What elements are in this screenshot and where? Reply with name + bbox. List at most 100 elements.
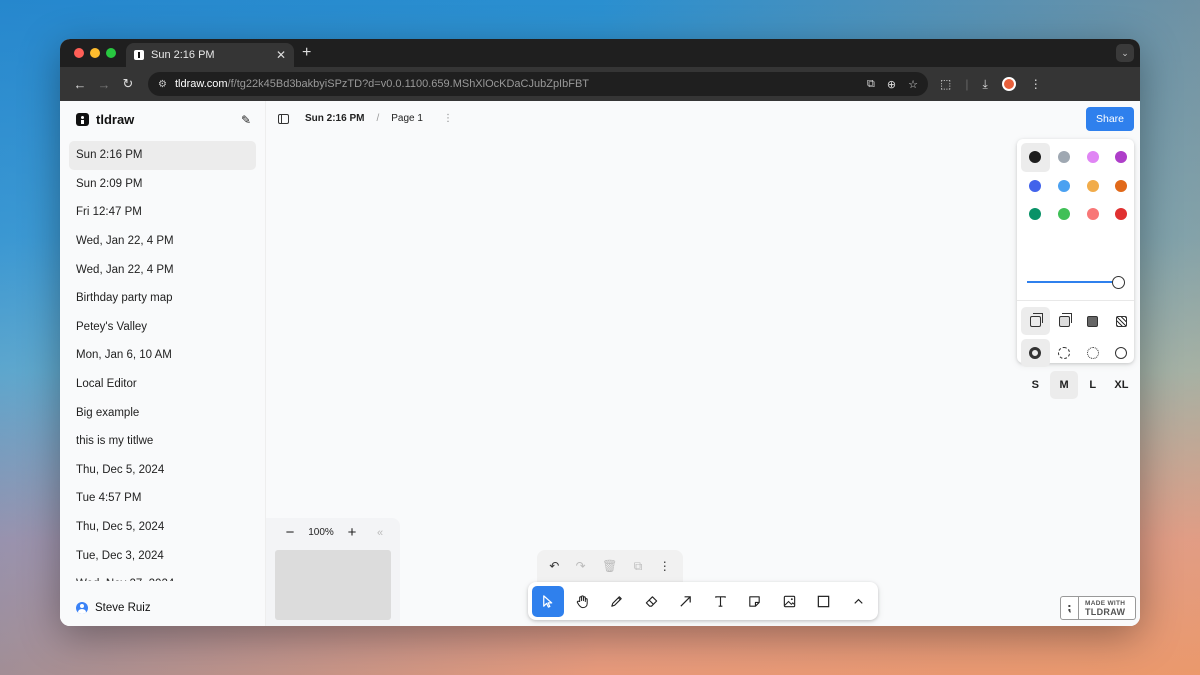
- sidebar-file-item[interactable]: Tue 4:57 PM: [69, 484, 256, 513]
- sidebar-file-item[interactable]: Sun 2:16 PM: [69, 141, 256, 170]
- style-panel: S M L XL: [1017, 139, 1136, 399]
- color-swatch[interactable]: [1078, 172, 1107, 201]
- sidebar-file-item[interactable]: Fri 12:47 PM: [69, 198, 256, 227]
- user-menu[interactable]: Steve Ruiz: [76, 602, 151, 614]
- browser-tab[interactable]: Sun 2:16 PM ✕: [126, 43, 294, 67]
- maximize-window-button[interactable]: [106, 48, 116, 58]
- page-menu-icon[interactable]: ⋮: [443, 113, 453, 124]
- color-swatch[interactable]: [1021, 143, 1050, 172]
- forward-arrow-icon[interactable]: →: [92, 77, 116, 92]
- made-with-tldraw-badge[interactable]: ⁏ MADE WITH TLDRAW: [1060, 596, 1136, 620]
- close-tab-icon[interactable]: ✕: [276, 48, 286, 62]
- undo-icon[interactable]: ↶: [549, 559, 559, 573]
- rectangle-tool[interactable]: [808, 586, 840, 617]
- redo-icon[interactable]: ↷: [576, 559, 586, 573]
- select-tool[interactable]: [532, 585, 564, 617]
- color-dot: [1115, 179, 1128, 192]
- install-app-icon[interactable]: ⧉: [867, 78, 875, 91]
- page-name[interactable]: Page 1: [391, 113, 423, 124]
- canvas[interactable]: Sun 2:16 PM / Page 1 ⋮ Share S M L XL − …: [266, 101, 1140, 626]
- collapse-minimap-icon[interactable]: «: [366, 527, 394, 539]
- color-swatch[interactable]: [1078, 143, 1107, 172]
- close-window-button[interactable]: [74, 48, 84, 58]
- note-tool[interactable]: [739, 586, 771, 617]
- size-option[interactable]: S: [1021, 371, 1050, 399]
- extensions-puzzle-icon[interactable]: ⬚: [940, 77, 951, 91]
- dash-draw-option[interactable]: [1021, 339, 1050, 367]
- share-button[interactable]: Share: [1086, 107, 1134, 131]
- site-settings-icon[interactable]: ⚙: [158, 79, 167, 90]
- browser-menu-icon[interactable]: ⋮: [1030, 77, 1042, 91]
- color-swatch[interactable]: [1050, 200, 1079, 229]
- dash-dotted-option[interactable]: [1078, 339, 1107, 367]
- color-dot: [1058, 151, 1071, 164]
- fill-pattern-option[interactable]: [1107, 307, 1136, 335]
- document-name[interactable]: Sun 2:16 PM: [305, 113, 364, 124]
- fill-solid-option[interactable]: [1078, 307, 1107, 335]
- size-option[interactable]: XL: [1107, 371, 1136, 399]
- download-icon[interactable]: ⤓: [982, 77, 987, 92]
- sidebar-file-item[interactable]: Wed, Jan 22, 4 PM: [69, 255, 256, 284]
- media-tool[interactable]: [774, 586, 806, 617]
- size-options: S M L XL: [1021, 371, 1136, 399]
- more-actions-icon[interactable]: ⋮: [659, 559, 671, 573]
- address-bar[interactable]: ⚙ tldraw.com /f/tg22k45Bd3bakbyiSPzTD?d=…: [148, 72, 928, 96]
- delete-icon[interactable]: 🗑: [602, 559, 617, 573]
- window-controls: [74, 48, 116, 58]
- sidebar-file-item[interactable]: Wed, Jan 22, 4 PM: [69, 227, 256, 256]
- sidebar-file-item[interactable]: Birthday party map: [69, 284, 256, 313]
- sidebar-file-item[interactable]: Big example: [69, 398, 256, 427]
- text-tool[interactable]: [705, 586, 737, 617]
- sidebar-file-item[interactable]: Petey's Valley: [69, 313, 256, 342]
- color-swatch[interactable]: [1021, 200, 1050, 229]
- more-tools-button[interactable]: [843, 586, 875, 617]
- zoom-out-button[interactable]: −: [276, 524, 304, 541]
- sidebar-file-item[interactable]: Thu, Dec 5, 2024: [69, 456, 256, 485]
- dash-options: [1021, 339, 1136, 367]
- url-host: tldraw.com: [174, 78, 228, 90]
- fill-none-option[interactable]: [1021, 307, 1050, 335]
- fill-semi-option[interactable]: [1050, 307, 1079, 335]
- arrow-icon: [680, 595, 692, 607]
- tab-bar: Sun 2:16 PM ✕ + ⌄: [60, 39, 1140, 67]
- zoom-in-button[interactable]: +: [338, 524, 366, 541]
- profile-avatar[interactable]: [1001, 77, 1016, 91]
- sidebar-file-item[interactable]: Mon, Jan 6, 10 AM: [69, 341, 256, 370]
- reload-icon[interactable]: ↻: [116, 76, 140, 92]
- sidebar-file-item[interactable]: Thu, Dec 5, 2024: [69, 513, 256, 542]
- color-swatch[interactable]: [1078, 200, 1107, 229]
- sticky-note-icon: [749, 595, 760, 607]
- zoom-level[interactable]: 100%: [304, 527, 338, 538]
- bookmark-star-icon[interactable]: ☆: [908, 78, 918, 91]
- sidebar-file-item[interactable]: Tue, Dec 3, 2024: [69, 541, 256, 570]
- color-swatch[interactable]: [1107, 200, 1136, 229]
- color-swatch[interactable]: [1050, 172, 1079, 201]
- color-swatch[interactable]: [1107, 172, 1136, 201]
- toggle-sidebar-icon[interactable]: [278, 113, 289, 124]
- opacity-slider[interactable]: [1027, 276, 1125, 289]
- tab-search-icon[interactable]: ⌄: [1116, 44, 1134, 62]
- color-swatch[interactable]: [1050, 143, 1079, 172]
- opacity-slider-thumb[interactable]: [1112, 276, 1125, 289]
- minimize-window-button[interactable]: [90, 48, 100, 58]
- draw-tool[interactable]: [601, 586, 633, 617]
- color-swatch[interactable]: [1107, 143, 1136, 172]
- size-option[interactable]: L: [1078, 371, 1107, 399]
- size-option[interactable]: M: [1049, 371, 1079, 399]
- hand-tool[interactable]: [567, 586, 599, 617]
- back-arrow-icon[interactable]: ←: [68, 77, 92, 92]
- minimap[interactable]: [275, 550, 391, 620]
- color-swatch[interactable]: [1021, 172, 1050, 201]
- sidebar-file-item[interactable]: Local Editor: [69, 370, 256, 399]
- sidebar-file-item[interactable]: this is my titlwe: [69, 427, 256, 456]
- sidebar-file-item[interactable]: Sun 2:09 PM: [69, 170, 256, 199]
- zoom-icon[interactable]: ⊕: [887, 78, 896, 91]
- dash-dashed-option[interactable]: [1050, 339, 1079, 367]
- eraser-tool[interactable]: [636, 586, 668, 617]
- sidebar-file-item[interactable]: Wed, Nov 27, 2024: [69, 570, 256, 581]
- dash-solid-option[interactable]: [1107, 339, 1136, 367]
- new-file-icon[interactable]: ✎: [241, 113, 251, 127]
- duplicate-icon[interactable]: ⧉: [634, 559, 643, 574]
- arrow-tool[interactable]: [670, 586, 702, 617]
- new-tab-button[interactable]: +: [302, 45, 311, 61]
